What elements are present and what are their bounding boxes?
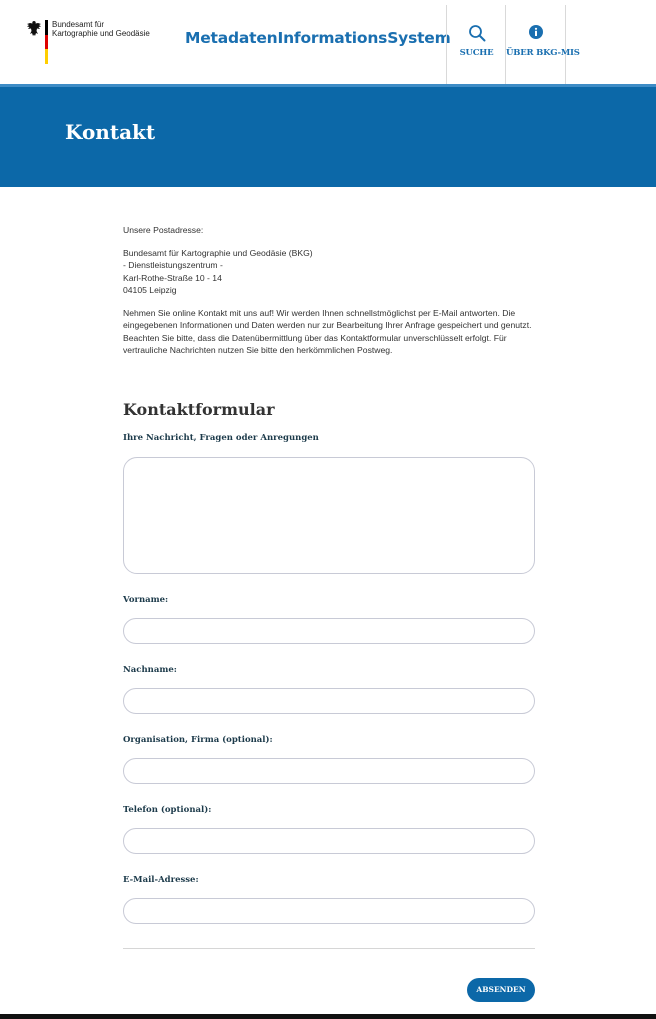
nav-search-label: SUCHE [459,48,494,58]
nav-search-button[interactable]: SUCHE [446,5,506,84]
site-title[interactable]: MetadatenInformationsSystem [185,29,451,47]
contact-info: Unsere Postadresse: Bundesamt für Kartog… [123,224,535,357]
firstname-label: Vorname: [123,595,169,605]
lastname-label: Nachname: [123,665,177,675]
submit-button[interactable]: ABSENDEN [467,978,535,1002]
email-label: E-Mail-Adresse: [123,875,199,885]
message-textarea[interactable] [123,457,535,574]
intro-text: Nehmen Sie online Kontakt mit uns auf! W… [123,307,532,356]
organisation-label: Organisation, Firma (optional): [123,735,273,745]
nav-about-label: ÜBER BKG-MIS [506,48,580,58]
phone-label: Telefon (optional): [123,805,212,815]
logo-line-1: Bundesamt für [52,20,105,29]
message-label: Ihre Nachricht, Fragen oder Anregungen [123,433,319,443]
email-input[interactable] [123,898,535,924]
address-heading: Unsere Postadresse: [123,225,204,235]
logo-line-2: Kartographie und Geodäsie [52,29,150,38]
postal-address: Bundesamt für Kartographie und Geodäsie … [123,247,535,297]
page-bottom-edge [0,1014,656,1019]
form-divider [123,948,535,949]
address-line-2: - Dienstleistungszentrum - [123,260,223,270]
site-header: Bundesamt für Kartographie und Geodäsie … [0,0,656,84]
german-flag-stripe [45,20,48,64]
address-line-1: Bundesamt für Kartographie und Geodäsie … [123,247,313,258]
search-icon [468,25,485,42]
federal-eagle-icon [27,21,41,36]
organisation-input[interactable] [123,758,535,784]
logo-text: Bundesamt für Kartographie und Geodäsie [52,20,162,38]
firstname-input[interactable] [123,618,535,644]
bkg-logo[interactable]: Bundesamt für Kartographie und Geodäsie [26,20,150,66]
form-title: Kontaktformular [123,400,275,419]
address-line-4: 04105 Leipzig [123,285,177,295]
page-banner: Kontakt [0,84,656,187]
page-title: Kontakt [65,120,156,144]
address-line-3: Karl-Rothe-Straße 10 - 14 [123,272,222,283]
lastname-input[interactable] [123,688,535,714]
nav-about-button[interactable]: ÜBER BKG-MIS [505,5,580,84]
info-icon [528,25,543,39]
phone-input[interactable] [123,828,535,854]
